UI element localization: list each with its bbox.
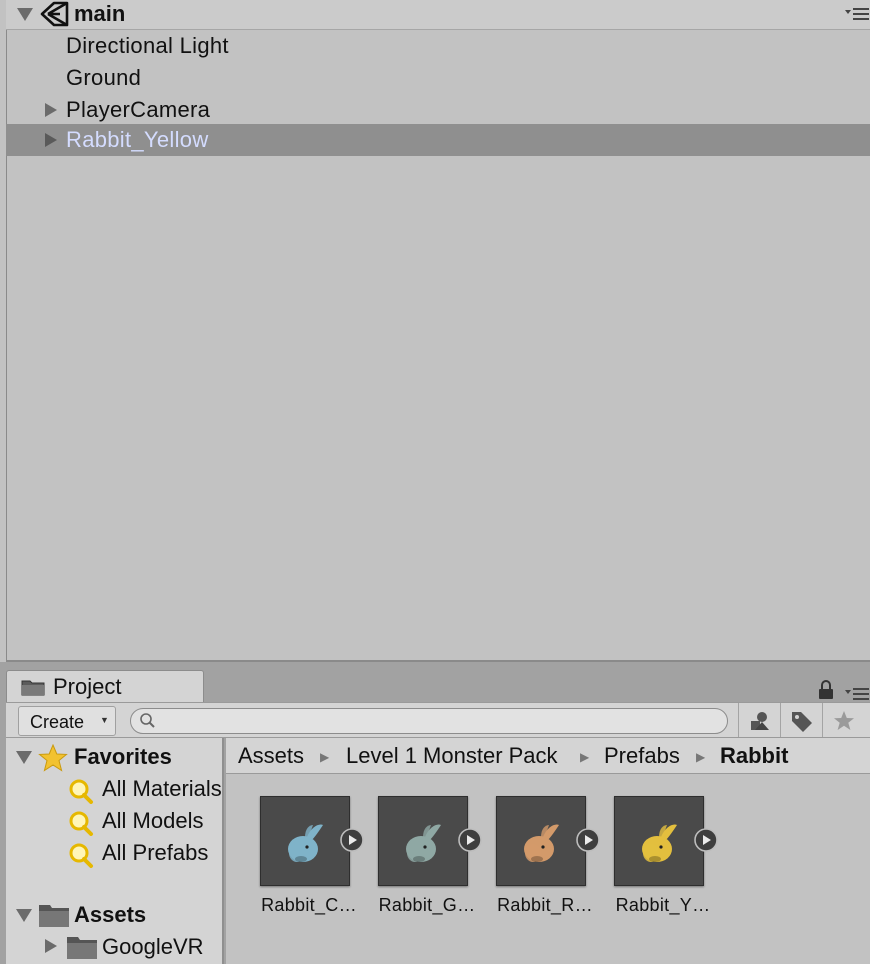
hierarchy-item-label: PlayerCamera bbox=[66, 97, 211, 122]
breadcrumb-separator-icon: ▶ bbox=[320, 750, 330, 764]
expand-prefab-icon[interactable] bbox=[576, 828, 600, 852]
assets-label: Assets bbox=[74, 902, 147, 927]
search-by-label-button[interactable] bbox=[780, 703, 822, 737]
search-icon bbox=[140, 713, 155, 728]
lock-icon[interactable] bbox=[818, 680, 834, 700]
hierarchy-item-ground[interactable]: Ground bbox=[6, 62, 870, 94]
hierarchy-panel: main Directional Light Ground PlayerCame… bbox=[0, 0, 870, 662]
search-field[interactable] bbox=[130, 708, 728, 734]
create-label: Create bbox=[30, 712, 85, 732]
filter-by-type-icon bbox=[751, 712, 769, 730]
favorite-item[interactable]: All Models bbox=[6, 804, 222, 836]
asset-name: Rabbit_C… bbox=[261, 895, 357, 915]
tag-icon bbox=[792, 712, 812, 732]
assets-row[interactable]: Assets bbox=[6, 898, 222, 930]
foldout-collapsed-icon[interactable] bbox=[44, 102, 58, 118]
panel-menu-icon[interactable] bbox=[844, 6, 870, 22]
foldout-collapsed-icon[interactable] bbox=[44, 132, 58, 148]
rabbit-prefab-icon bbox=[642, 824, 677, 862]
breadcrumb-current: Rabbit bbox=[720, 743, 789, 768]
hierarchy-item-rabbit-yellow[interactable]: Rabbit_Yellow bbox=[6, 124, 870, 156]
star-icon bbox=[38, 744, 68, 772]
breadcrumb: Assets ▶ Level 1 Monster Pack ▶ Prefabs … bbox=[226, 738, 870, 774]
expand-prefab-icon[interactable] bbox=[458, 828, 482, 852]
hierarchy-item-label: Ground bbox=[66, 65, 142, 90]
scene-header[interactable]: main bbox=[6, 0, 870, 30]
folder-tab-icon bbox=[21, 680, 45, 696]
folder-icon bbox=[39, 905, 69, 927]
rabbit-prefab-icon bbox=[524, 824, 559, 862]
folder-icon bbox=[67, 937, 97, 959]
chevron-down-icon: ▼ bbox=[100, 715, 109, 725]
breadcrumb-separator-icon: ▶ bbox=[696, 750, 706, 764]
foldout-expanded-icon[interactable] bbox=[16, 907, 32, 923]
favorite-item-label: All Prefabs bbox=[102, 840, 209, 865]
breadcrumb-separator-icon: ▶ bbox=[580, 750, 590, 764]
project-asset-view: Assets ▶ Level 1 Monster Pack ▶ Prefabs … bbox=[226, 738, 870, 964]
tab-label: Project bbox=[53, 674, 122, 699]
create-button[interactable]: Create ▼ bbox=[18, 706, 116, 736]
tab-project[interactable]: Project bbox=[6, 670, 204, 702]
panel-menu-icon[interactable] bbox=[844, 686, 870, 702]
asset-thumbnail[interactable] bbox=[614, 796, 704, 886]
asset-name: Rabbit_G… bbox=[378, 895, 476, 915]
foldout-expanded-icon[interactable] bbox=[16, 5, 34, 23]
favorites-label: Favorites bbox=[74, 744, 172, 769]
search-icon bbox=[69, 843, 93, 868]
project-panel: Project Create ▼ Favorites All Materials… bbox=[0, 662, 870, 964]
asset-thumbnail[interactable] bbox=[378, 796, 468, 886]
expand-prefab-icon[interactable] bbox=[694, 828, 718, 852]
asset-thumbnail[interactable] bbox=[260, 796, 350, 886]
foldout-collapsed-icon[interactable] bbox=[44, 938, 58, 954]
favorite-item[interactable]: All Prefabs bbox=[6, 836, 222, 868]
search-icon bbox=[69, 779, 93, 804]
hierarchy-item-directional-light[interactable]: Directional Light bbox=[6, 30, 870, 62]
expand-prefab-icon[interactable] bbox=[340, 828, 364, 852]
rabbit-prefab-icon bbox=[406, 824, 441, 862]
project-toolbar: Create ▼ bbox=[6, 702, 870, 738]
folder-label: GoogleVR bbox=[102, 934, 204, 959]
hierarchy-item-playercamera[interactable]: PlayerCamera bbox=[6, 94, 870, 126]
breadcrumb-item[interactable]: Level 1 Monster Pack bbox=[346, 739, 558, 773]
rabbit-prefab-icon bbox=[288, 824, 323, 862]
breadcrumb-item[interactable]: Assets bbox=[238, 739, 304, 773]
project-folder-tree: Favorites All Materials All Models All P… bbox=[6, 738, 224, 964]
search-icon bbox=[69, 811, 93, 836]
favorite-item-label: All Models bbox=[102, 808, 204, 833]
scene-title: main bbox=[74, 1, 126, 26]
asset-thumbnail[interactable] bbox=[496, 796, 586, 886]
hierarchy-item-label: Rabbit_Yellow bbox=[66, 127, 209, 152]
unity-scene-icon bbox=[40, 1, 69, 27]
asset-name: Rabbit_R… bbox=[497, 895, 593, 915]
breadcrumb-item[interactable]: Prefabs bbox=[604, 739, 680, 773]
favorite-item-label: All Materials bbox=[102, 776, 222, 801]
folder-row-googlevr[interactable]: GoogleVR bbox=[6, 930, 222, 962]
star-icon bbox=[834, 711, 854, 730]
save-search-button[interactable] bbox=[822, 703, 864, 737]
asset-name: Rabbit_Y… bbox=[615, 895, 711, 915]
search-input[interactable] bbox=[161, 711, 711, 731]
search-by-type-button[interactable] bbox=[738, 703, 780, 737]
favorites-row[interactable]: Favorites bbox=[6, 740, 222, 772]
favorite-item[interactable]: All Materials bbox=[6, 772, 222, 804]
foldout-expanded-icon[interactable] bbox=[16, 749, 32, 765]
hierarchy-item-label: Directional Light bbox=[66, 33, 229, 58]
